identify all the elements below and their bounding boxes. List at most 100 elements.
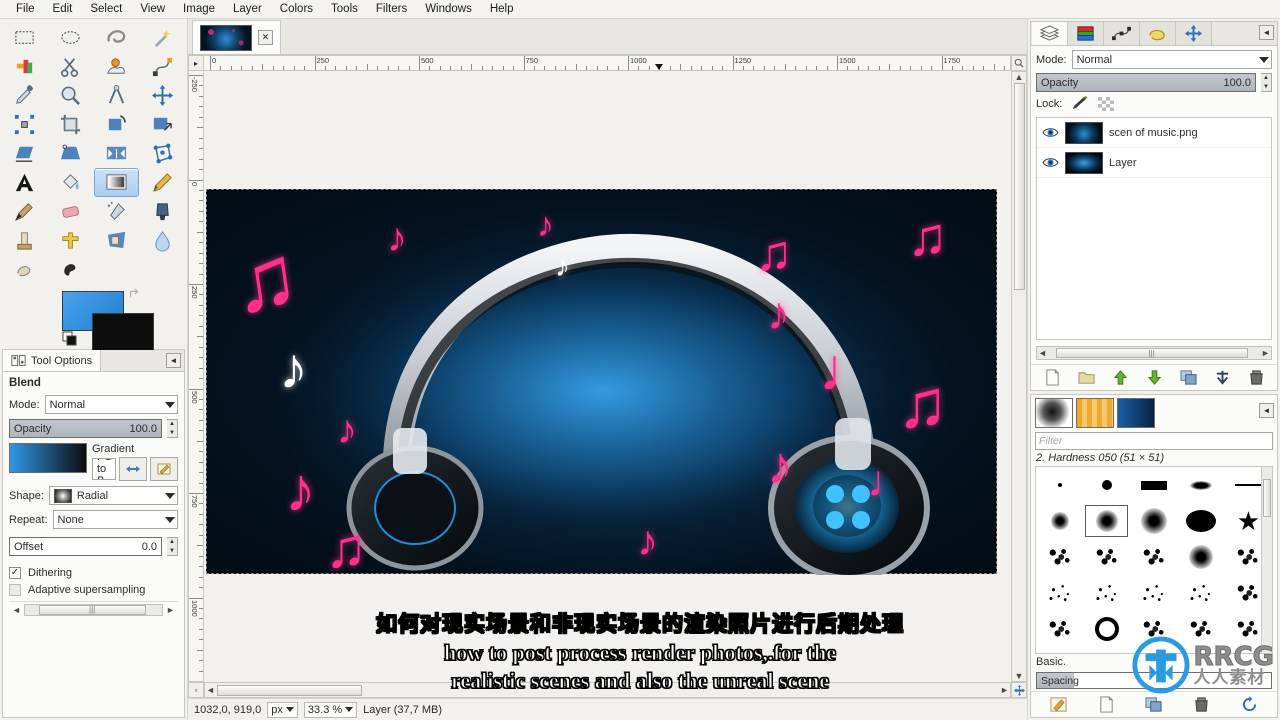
brush-filter-input[interactable]: Filter [1035,432,1273,450]
layer-row[interactable]: Layer [1037,148,1271,178]
perspective-tool[interactable] [48,139,94,168]
reverse-gradient-button[interactable] [119,457,147,481]
blend-opacity-slider[interactable]: Opacity 100.0 [9,419,162,438]
raise-layer-button[interactable] [1108,367,1132,389]
brush-grid-scrollbar[interactable] [1261,467,1272,653]
vscroll-thumb[interactable] [1013,83,1025,291]
text-tool[interactable] [2,168,48,197]
brush-cell[interactable] [1083,575,1130,611]
menu-item-colors[interactable]: Colors [272,1,321,17]
foreground-select-tool[interactable] [94,52,140,81]
menu-item-view[interactable]: View [132,1,173,17]
brush-cell[interactable] [1130,539,1177,575]
lower-layer-button[interactable] [1142,367,1166,389]
zoom-image-button[interactable] [1011,55,1027,71]
brush-cell[interactable] [1083,539,1130,575]
refresh-brushes-button[interactable] [1237,694,1261,716]
navigation-button[interactable] [1011,682,1027,698]
tab-undo-history[interactable] [1140,22,1176,45]
vertical-ruler[interactable]: -250025050075010001250 [188,71,204,682]
menu-item-file[interactable]: File [8,1,43,17]
free-select-tool[interactable] [94,23,140,52]
color-area[interactable] [0,287,187,353]
pencil-tool[interactable] [139,168,185,197]
layer-opacity-slider[interactable]: Opacity 100.0 [1036,73,1256,92]
brush-grid[interactable]: ★ [1035,466,1273,654]
canvas-horizontal-scrollbar[interactable]: ◄ ► [204,682,1011,698]
layer-row[interactable]: scen of music.png [1037,118,1271,148]
move-tool[interactable] [139,81,185,110]
fuzzy-select-tool[interactable] [139,23,185,52]
delete-layer-button[interactable] [1244,367,1268,389]
rotate-tool[interactable] [94,110,140,139]
layer-list[interactable]: scen of music.png Layer [1036,117,1272,340]
menu-item-filters[interactable]: Filters [368,1,415,17]
shear-tool[interactable] [2,139,48,168]
layers-scroll-thumb[interactable]: ||| [1055,348,1248,358]
lock-alpha-icon[interactable] [1098,96,1115,111]
tool-options-hscrollbar[interactable]: ◄ ||| ► [9,601,178,617]
brush-cell[interactable] [1083,503,1130,539]
brush-cell[interactable] [1036,575,1083,611]
bucket-fill-tool[interactable] [48,168,94,197]
layer-thumbnail[interactable] [1065,151,1103,174]
scroll-left-arrow[interactable]: ◄ [205,685,216,695]
lock-pixels-icon[interactable] [1071,96,1089,111]
tab-brushes[interactable] [1035,398,1073,428]
brush-cell[interactable] [1178,539,1225,575]
tab-paths[interactable] [1104,22,1140,45]
cage-transform-tool[interactable] [139,139,185,168]
perspective-clone-tool[interactable] [94,226,140,255]
scroll-right-arrow[interactable]: ► [1260,348,1271,358]
background-color-swatch[interactable] [92,313,154,353]
dithering-checkbox[interactable]: ✓ [9,567,21,579]
edit-brush-button[interactable] [1047,694,1071,716]
image-canvas[interactable]: ♫ ♪ ♪ ♫ ♫ ♪ ♩ ♫ ♪ ♩ ♪ ♪ ♫ ♪ ♪ ♪ [204,71,1011,682]
smudge-tool[interactable] [2,255,48,284]
rect-select-tool[interactable] [2,23,48,52]
tab-channels[interactable] [1068,22,1104,45]
brushes-menu-button[interactable]: ◄ [1259,403,1274,418]
scroll-left-arrow[interactable]: ◄ [11,605,22,615]
brush-cell[interactable] [1178,503,1225,539]
menu-item-windows[interactable]: Windows [417,1,480,17]
brush-scroll-thumb[interactable] [1263,479,1271,517]
brush-cell[interactable] [1083,611,1130,647]
offset-slider[interactable]: Offset 0.0 [9,537,162,556]
image-tab[interactable]: ✕ [192,20,281,54]
heal-tool[interactable] [48,226,94,255]
swap-colors-icon[interactable] [128,287,142,301]
blend-mode-select[interactable]: Normal [44,395,178,414]
blur-sharpen-tool[interactable] [139,226,185,255]
paintbrush-tool[interactable] [2,197,48,226]
brush-cell[interactable] [1130,503,1177,539]
ruler-origin-button[interactable]: ▸ [188,55,204,71]
supersampling-checkbox[interactable] [9,584,21,596]
anchor-layer-button[interactable] [1210,367,1234,389]
tool-options-menu-button[interactable]: ◄ [166,353,181,368]
measure-tool[interactable] [94,81,140,110]
flip-tool[interactable] [94,139,140,168]
ink-tool[interactable] [139,197,185,226]
new-brush-button[interactable] [1094,694,1118,716]
new-layer-group-button[interactable] [1074,367,1098,389]
gradient-preview[interactable] [9,443,87,473]
alignment-tool[interactable] [2,110,48,139]
brush-cell[interactable] [1036,467,1083,503]
duplicate-layer-button[interactable] [1176,367,1200,389]
eraser-tool[interactable] [48,197,94,226]
scroll-right-arrow[interactable]: ► [165,605,176,615]
crop-tool[interactable] [48,110,94,139]
close-icon[interactable]: ✕ [258,30,273,45]
tab-tool-options[interactable]: Tool Options [3,350,102,371]
brush-cell[interactable] [1178,467,1225,503]
menu-item-select[interactable]: Select [82,1,130,17]
brush-cell[interactable] [1130,467,1177,503]
scissors-select-tool[interactable] [48,52,94,81]
layer-mode-select[interactable]: Normal [1071,50,1272,69]
dodge-burn-tool[interactable] [48,255,94,284]
brush-cell[interactable] [1130,575,1177,611]
blend-tool[interactable] [93,168,140,197]
repeat-select[interactable]: None [52,510,178,529]
supersampling-row[interactable]: Adaptive supersampling [9,584,178,596]
